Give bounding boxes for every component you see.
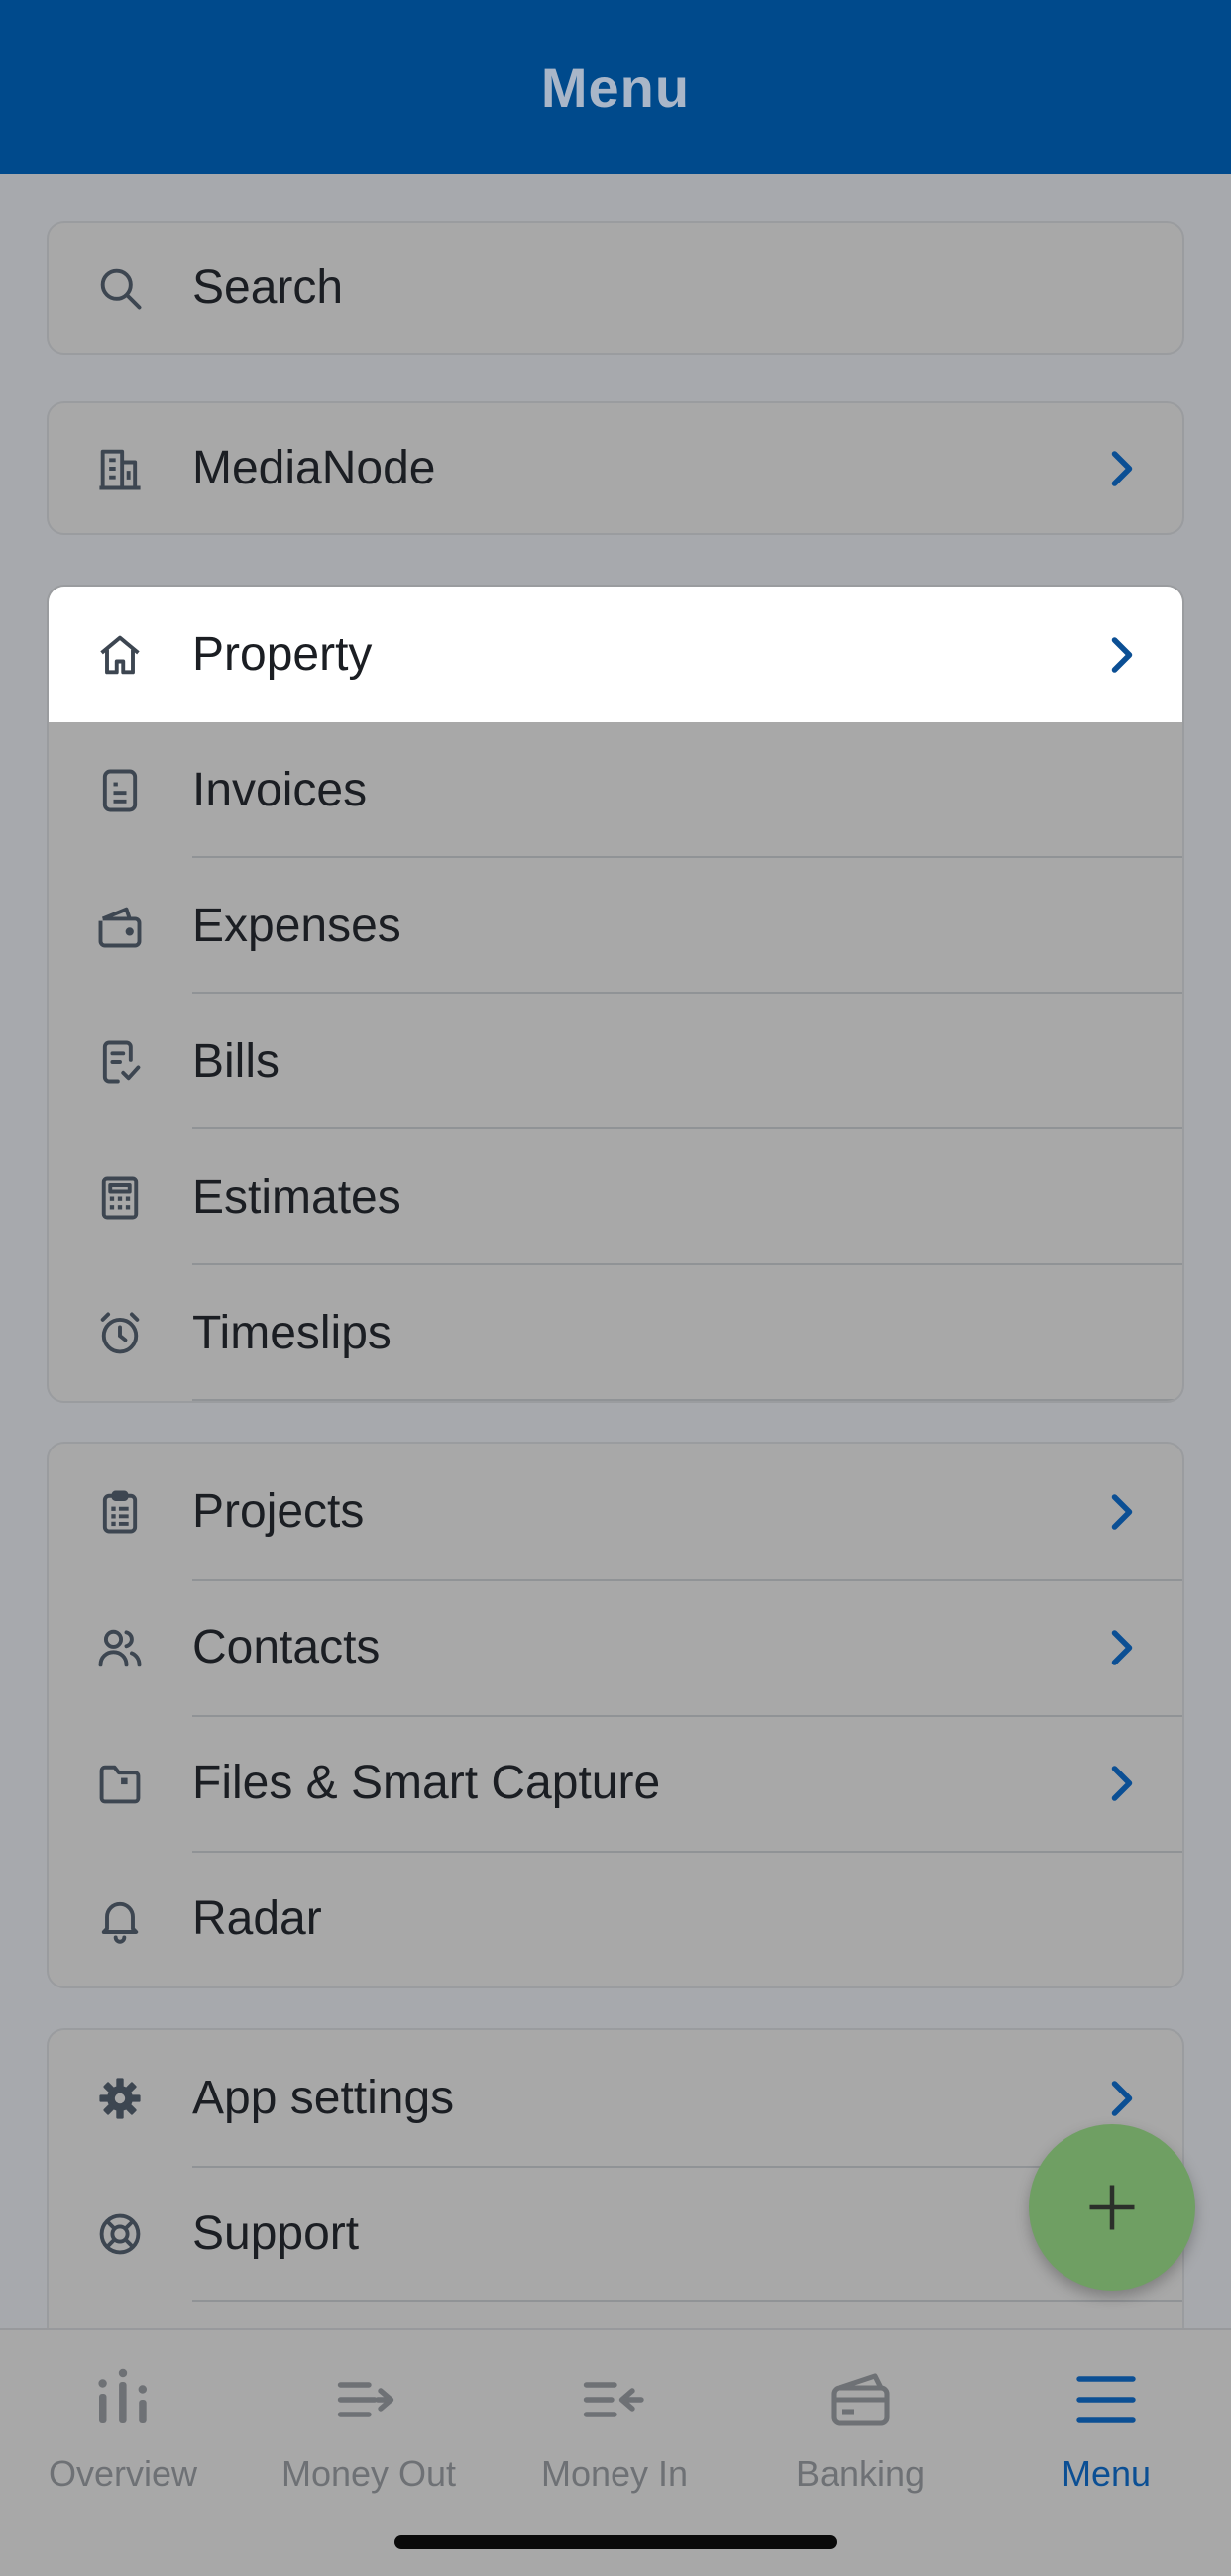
divider [192,2166,1182,2168]
menu-item-label: Projects [192,1485,365,1538]
menu-item-bills[interactable]: Bills [49,994,1182,1129]
lifebuoy-icon [92,2206,148,2262]
menu-item-label: Radar [192,1892,322,1945]
add-button[interactable] [1029,2124,1195,2291]
divider [192,1715,1182,1717]
chevron-right-icon [1111,1493,1133,1530]
chevron-right-icon [1111,2080,1133,2116]
company-switcher[interactable]: MediaNode [47,401,1184,535]
tab-label: Money Out [280,2453,457,2494]
menu-group-settings: App settings Support [47,2028,1184,2345]
menu-item-label: Contacts [192,1621,381,1673]
menu-item-label: Property [192,628,373,681]
tab-overview[interactable]: Overview [0,2352,246,2511]
bar-chart-icon [98,2368,147,2423]
menu-item-label: Estimates [192,1171,401,1224]
tab-label: Money In [540,2453,689,2494]
chevron-right-icon [1111,636,1133,673]
menu-item-support[interactable]: Support [49,2166,1182,2302]
bill-icon [92,1034,148,1090]
divider [192,1399,1182,1401]
search-input[interactable]: Search [49,223,1182,353]
menu-item-label: Files & Smart Capture [192,1757,661,1809]
building-icon [92,441,148,496]
menu-item-radar[interactable]: Radar [49,1851,1182,1986]
bank-card-icon [831,2373,890,2426]
hamburger-menu-icon [1076,2376,1136,2423]
menu-item-files[interactable]: Files & Smart Capture [49,1715,1182,1851]
money-out-icon [337,2382,394,2417]
tab-money-in[interactable]: Money In [492,2352,737,2511]
menu-item-label: Timeslips [192,1307,392,1359]
home-indicator [394,2535,837,2549]
search-bar[interactable]: Search [47,221,1184,355]
calculator-icon [92,1170,148,1226]
menu-item-label: App settings [192,2072,455,2124]
bell-icon [92,1891,148,1947]
clipboard-icon [92,1484,148,1540]
menu-item-label: Invoices [192,764,368,816]
company-row[interactable]: MediaNode [49,403,1182,533]
chevron-right-icon [1111,1765,1133,1801]
menu-item-invoices[interactable]: Invoices [49,722,1182,858]
search-placeholder: Search [192,262,344,314]
divider [192,1851,1182,1853]
users-icon [92,1620,148,1675]
app-header: Menu [0,0,1231,174]
company-name: MediaNode [192,442,436,494]
tab-label: Menu [1061,2453,1152,2494]
chevron-right-icon [1111,1629,1133,1665]
divider [192,1579,1182,1581]
menu-item-expenses[interactable]: Expenses [49,858,1182,994]
menu-item-label: Support [192,2207,360,2260]
menu-item-projects[interactable]: Projects [49,1444,1182,1579]
menu-item-property[interactable]: Property [49,587,1182,722]
document-icon [92,763,148,818]
menu-group-main: Property Invoices Expenses Bills Estimat… [47,585,1184,1403]
menu-group-work: Projects Contacts Files & Smart Capture … [47,1442,1184,1988]
menu-item-app-settings[interactable]: App settings [49,2030,1182,2166]
home-icon [92,627,148,683]
wallet-icon [92,899,148,954]
page-title: Menu [540,55,691,119]
tab-label: Banking [795,2453,926,2494]
tab-banking[interactable]: Banking [737,2352,983,2511]
search-icon [92,261,148,316]
menu-item-label: Bills [192,1035,280,1088]
tab-money-out[interactable]: Money Out [246,2352,492,2511]
menu-item-label: Expenses [192,900,401,952]
menu-item-estimates[interactable]: Estimates [49,1129,1182,1265]
divider [192,2300,1182,2302]
menu-item-contacts[interactable]: Contacts [49,1579,1182,1715]
menu-item-timeslips[interactable]: Timeslips [49,1265,1182,1401]
folder-icon [92,1756,148,1811]
tab-menu[interactable]: Menu [983,2352,1229,2511]
money-in-icon [583,2382,644,2417]
chevron-right-icon [1111,450,1133,486]
alarm-clock-icon [92,1306,148,1361]
gear-icon [92,2071,148,2126]
plus-icon [1089,2185,1135,2230]
tab-label: Overview [48,2453,198,2494]
